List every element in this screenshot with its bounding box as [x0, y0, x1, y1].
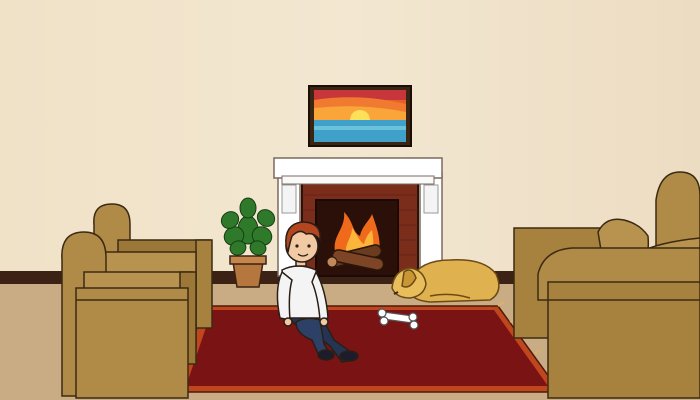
rug[interactable]	[174, 301, 562, 393]
living-room-scene	[0, 0, 700, 400]
painting-sunset[interactable]	[308, 85, 412, 147]
